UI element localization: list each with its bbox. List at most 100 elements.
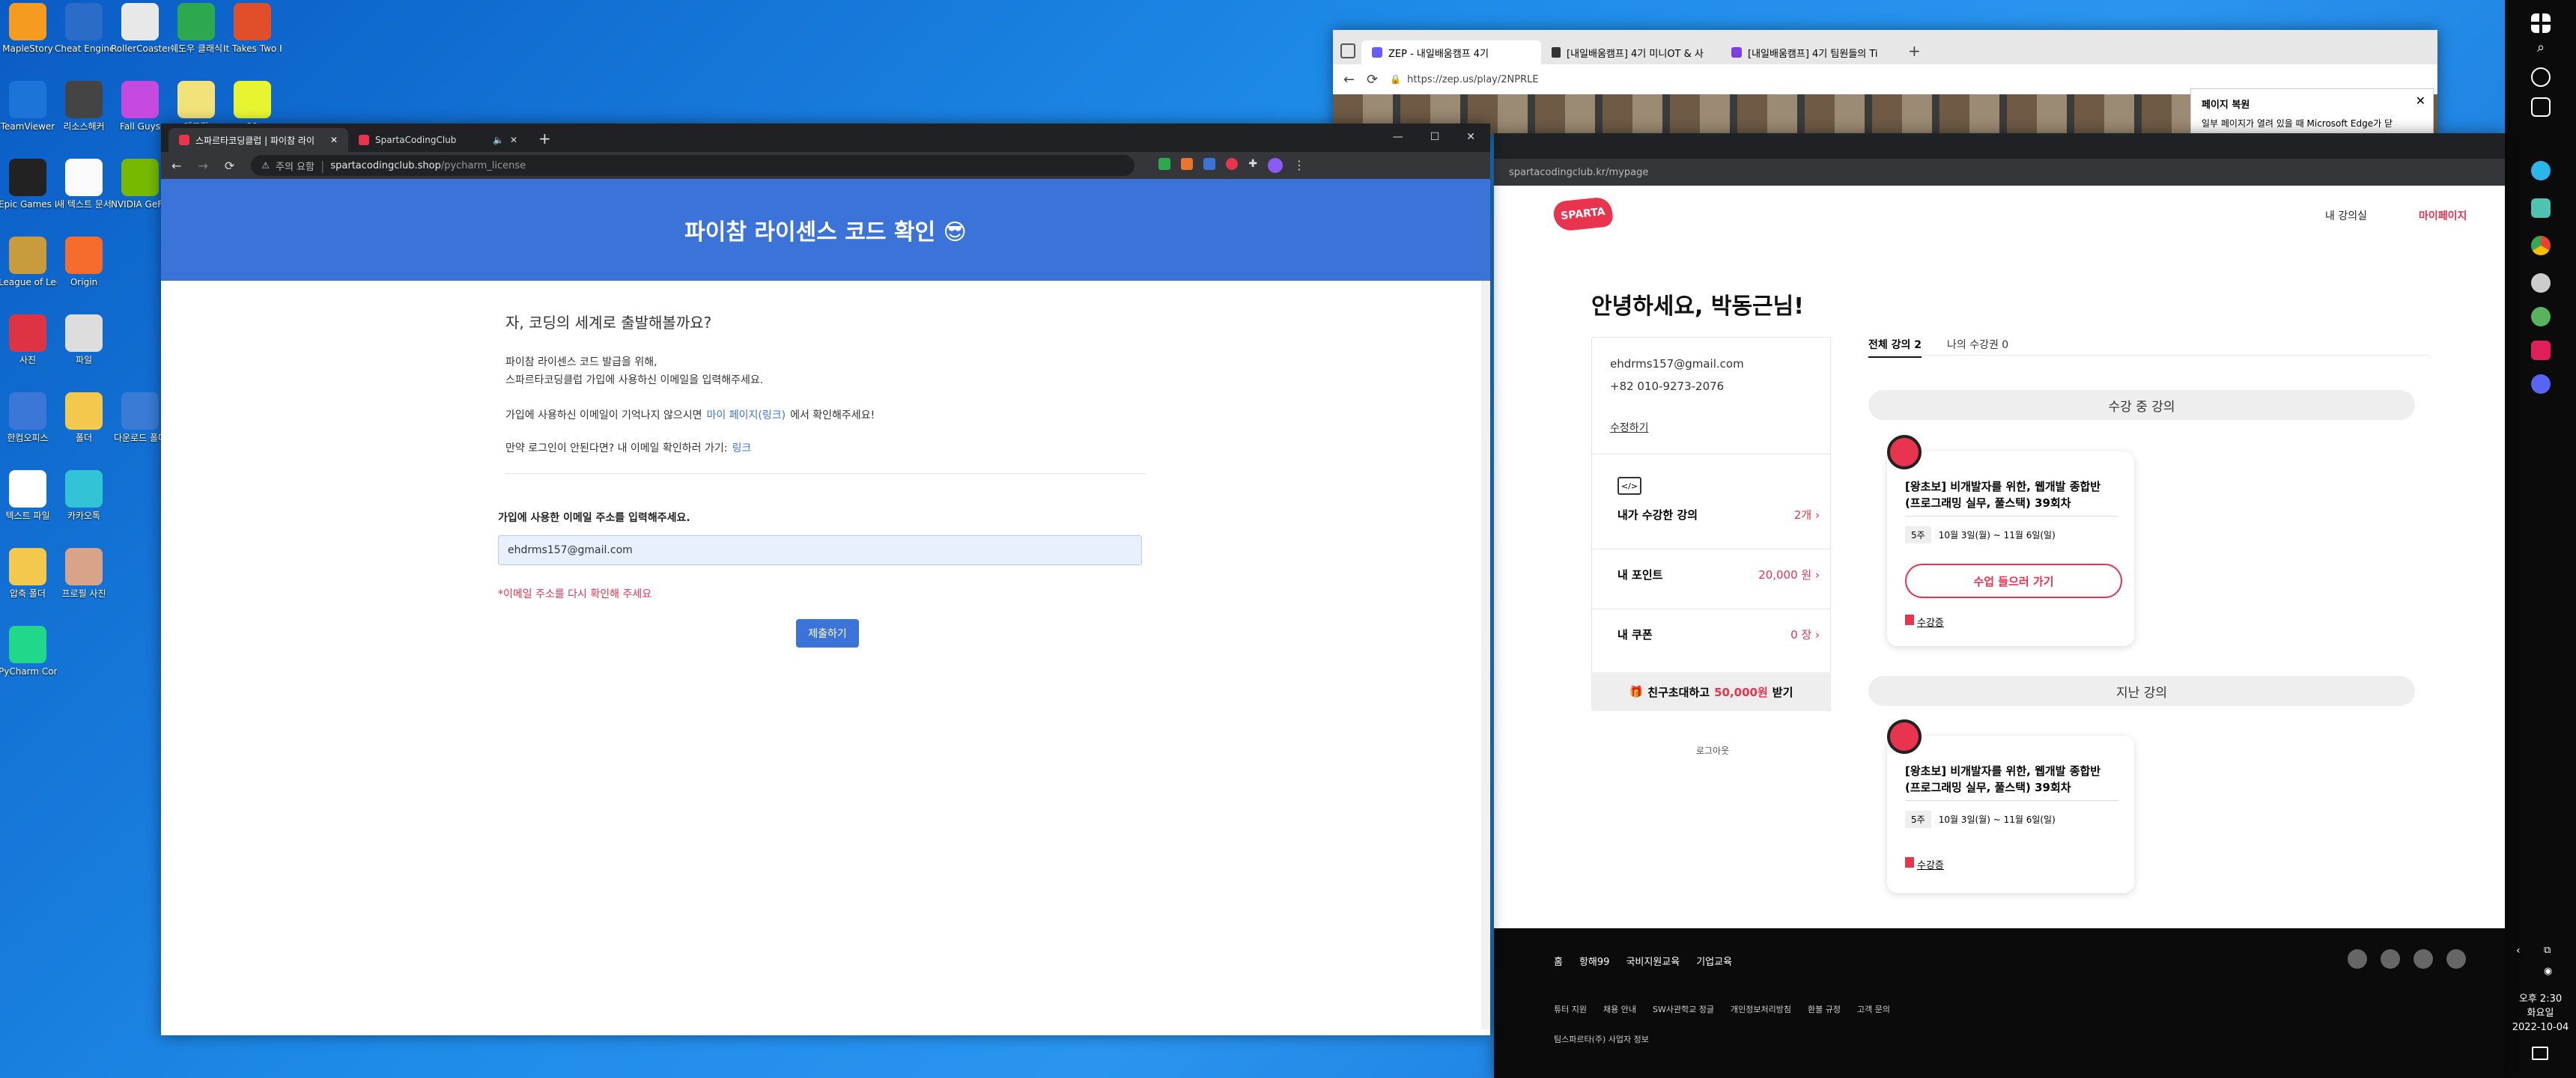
scrollbar[interactable] [1481, 281, 1490, 1029]
certificate-link[interactable]: 수강증 [1905, 615, 1944, 629]
logout-link[interactable]: 로그아웃 [1696, 744, 1729, 757]
nav-mypage[interactable]: 마이페이지 [2419, 208, 2467, 223]
cortana-icon[interactable] [2531, 67, 2551, 87]
desktop-icon[interactable]: RollerCoaster Tycoon 3 [111, 3, 169, 54]
submit-button[interactable]: 제출하기 [796, 619, 859, 648]
desktop-icon[interactable]: NVIDIA GeForce [111, 159, 169, 210]
desktop-icon[interactable]: 사진 [1, 314, 54, 365]
taskbar-clock[interactable]: 오후 2:30 화요일 2022-10-04 [2505, 992, 2576, 1035]
desktop-icon[interactable]: 폴더 [58, 392, 110, 443]
new-tab-button[interactable]: + [538, 130, 551, 147]
refresh-icon[interactable]: ⟳ [225, 159, 234, 173]
footer-link[interactable]: 개인정보처리방침 [1731, 1003, 1791, 1015]
desktop-icon[interactable]: MapleStory [1, 3, 54, 54]
discord-icon[interactable] [2531, 374, 2551, 394]
tray-chevron-icon[interactable]: ‹ [2516, 945, 2521, 957]
enter-class-button[interactable]: 수업 들으러 가기 [1905, 564, 2122, 598]
desktop-icon[interactable]: 압축 폴더 [1, 548, 54, 599]
stat-row-courses[interactable]: 내가 수강한 강의 2개 › [1617, 507, 1820, 523]
footer-link[interactable]: SW사관학교 정글 [1653, 1003, 1714, 1015]
sparta-logo[interactable]: SPARTA [1552, 196, 1614, 232]
mute-icon[interactable]: 🔈 [493, 135, 504, 145]
blog-icon[interactable] [2348, 949, 2367, 969]
new-tab-button[interactable]: + [1908, 42, 1921, 60]
maximize-icon[interactable]: ☐ [1430, 131, 1440, 143]
desktop-icon[interactable]: Origin [58, 237, 110, 287]
extension-icon[interactable] [1226, 158, 1239, 170]
edge-tab-2[interactable]: [내일배움캠프] 4기 미니OT & 사 [1541, 40, 1721, 64]
instagram-icon[interactable] [2414, 949, 2433, 969]
extension-icon[interactable] [1158, 158, 1171, 170]
desktop-icon[interactable]: 카카오톡 [58, 470, 110, 521]
volume-icon[interactable]: ◉ [2544, 966, 2552, 977]
edge-window[interactable]: ZEP - 내일배움캠프 4기 [내일배움캠프] 4기 미니OT & 사 [내일… [1333, 30, 2437, 135]
chrome-icon[interactable] [2531, 236, 2551, 255]
notes-icon[interactable] [2531, 198, 2551, 218]
network-icon[interactable]: ⧉ [2544, 945, 2551, 956]
edge-icon[interactable] [2531, 161, 2551, 180]
footer-link[interactable]: 튜터 지원 [1554, 1003, 1587, 1015]
course-card-past[interactable]: [왕초보] 비개발자를 위한, 웹개발 종합반 (프로그래밍 실무, 풀스택) … [1887, 719, 2134, 893]
desktop-icon[interactable]: 새 텍스트 문서 [56, 159, 112, 210]
desktop-icon[interactable]: TeamViewer [1, 81, 55, 132]
desktop-icon[interactable]: Fall Guys [114, 81, 166, 132]
search-icon[interactable]: ⌕ [2531, 37, 2551, 57]
sparta-mypage-window[interactable]: spartacodingclub.kr/mypage SPARTA 내 강의실 … [1494, 133, 2505, 1078]
desktop-icon[interactable]: Cheat Engine [55, 3, 113, 54]
footer-link[interactable]: 고객 문의 [1857, 1003, 1890, 1015]
stat-row-points[interactable]: 내 포인트 20,000 원 › [1617, 567, 1820, 582]
menu-dots-icon[interactable]: ⋮ [1293, 158, 1305, 173]
certificate-link[interactable]: 수강증 [1905, 857, 1944, 871]
slack-icon[interactable] [2531, 341, 2551, 360]
back-icon[interactable]: ← [171, 159, 181, 173]
desktop-icon[interactable]: 텍스트 파일 [1, 470, 54, 521]
youtube-icon[interactable] [2446, 949, 2466, 969]
refresh-icon[interactable]: ⟳ [1367, 72, 1378, 88]
tab-actions-icon[interactable] [1340, 43, 1355, 58]
task-view-icon[interactable] [2531, 97, 2551, 117]
nav-my-classroom[interactable]: 내 강의실 [2325, 208, 2367, 223]
edge-url[interactable]: https://zep.us/play/2NPRLE [1407, 74, 1538, 85]
sparta-url[interactable]: spartacodingclub.kr/mypage [1509, 167, 1648, 178]
desktop-icon[interactable]: 쉐도우 클래식 [170, 3, 222, 54]
notification-icon[interactable] [2532, 1047, 2548, 1060]
profile-avatar[interactable] [1267, 158, 1283, 173]
close-icon[interactable]: ✕ [2416, 94, 2425, 108]
desktop-icon[interactable]: PyCharm Community [0, 626, 57, 677]
windows-start-icon[interactable] [2531, 13, 2551, 33]
back-icon[interactable]: ← [1343, 72, 1355, 88]
desktop-icon[interactable]: 리소스해커 [58, 81, 110, 132]
check-email-link[interactable]: 링크 [732, 440, 751, 455]
facebook-icon[interactable] [2381, 949, 2400, 969]
forward-icon[interactable]: → [198, 159, 207, 173]
footer-link[interactable]: 항해99 [1579, 954, 1609, 968]
license-tab-2[interactable]: SpartaCodingClub 🔈 ✕ [348, 128, 528, 152]
close-window-icon[interactable]: ✕ [1466, 131, 1475, 143]
extension-icon[interactable] [1203, 158, 1216, 170]
invite-friend-button[interactable]: 🎁 친구초대하고 50,000원 받기 [1591, 672, 1831, 711]
desktop-icon[interactable]: It Takes Two Friend's Pass [223, 3, 282, 54]
footer-link[interactable]: 홈 [1554, 954, 1563, 968]
footer-link[interactable]: 환불 규정 [1808, 1003, 1841, 1015]
footer-link[interactable]: 채용 안내 [1603, 1003, 1636, 1015]
app-icon[interactable] [2531, 307, 2551, 326]
mypage-link[interactable]: 마이 페이지(링크) [707, 407, 786, 422]
desktop-icon[interactable]: Epic Games Launcher [0, 159, 57, 210]
license-window[interactable]: 스파르타코딩클럽 | 파이참 라이 ✕ SpartaCodingClub 🔈 ✕… [161, 124, 1490, 1035]
desktop-icon[interactable]: 다운로드 폴더 [114, 392, 166, 443]
close-tab-icon[interactable]: ✕ [510, 135, 517, 145]
desktop-icon[interactable]: 한컴오피스 [1, 392, 54, 443]
course-card-current[interactable]: [왕초보] 비개발자를 위한, 웹개발 종합반 (프로그래밍 실무, 풀스택) … [1887, 435, 2134, 646]
edge-tab-3[interactable]: [내일배움캠프] 4기 팀원들의 Ti [1721, 40, 1901, 64]
close-tab-icon[interactable]: ✕ [330, 135, 338, 145]
email-input[interactable] [498, 535, 1142, 565]
tab-my-tickets[interactable]: 나의 수강권 0 [1947, 337, 2008, 352]
app-icon[interactable] [2531, 273, 2551, 293]
footer-link[interactable]: 국비지원교육 [1626, 954, 1680, 968]
license-tab-1[interactable]: 스파르타코딩클럽 | 파이참 라이 ✕ [168, 128, 348, 152]
extension-icon[interactable] [1181, 158, 1194, 170]
edge-tab-1[interactable]: ZEP - 내일배움캠프 4기 [1361, 40, 1541, 64]
desktop-icon[interactable]: 파일 [58, 314, 110, 365]
extensions-puzzle-icon[interactable]: ✚ [1248, 158, 1257, 173]
minimize-icon[interactable]: — [1393, 131, 1403, 143]
